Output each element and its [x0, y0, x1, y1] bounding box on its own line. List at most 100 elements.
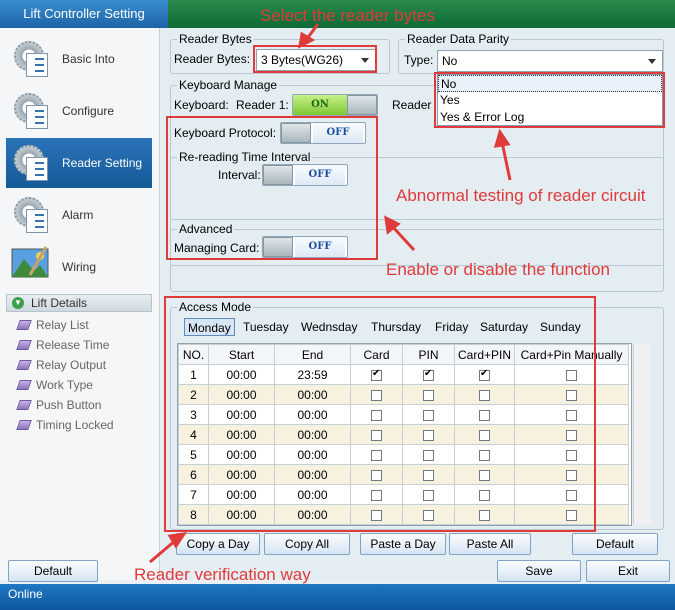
cell-end[interactable]: 00:00 [274, 504, 351, 525]
parity-option-yes[interactable]: Yes [438, 92, 662, 109]
card-checkbox[interactable] [371, 449, 382, 461]
cell-start[interactable]: 00:00 [208, 444, 275, 465]
cell-start[interactable]: 00:00 [208, 464, 275, 485]
card-checkbox[interactable] [371, 389, 382, 401]
table-row[interactable]: 3 00:00 00:00 [178, 404, 629, 425]
tab-thursday[interactable]: Thursday [368, 318, 424, 336]
card-pin-checkbox[interactable] [479, 509, 490, 521]
cell-start[interactable]: 00:00 [208, 504, 275, 525]
card-pin-checkbox[interactable] [479, 389, 490, 401]
reader-bytes-select[interactable]: 3 Bytes(WG26) [256, 49, 376, 71]
card-pin-manual-checkbox[interactable] [566, 509, 577, 521]
exit-button[interactable]: Exit [586, 560, 670, 582]
cell-start[interactable]: 00:00 [208, 404, 275, 425]
sidebar-sub-push-button[interactable]: Push Button [16, 396, 101, 414]
copy-day-button[interactable]: Copy a Day [176, 533, 260, 555]
cell-end[interactable]: 23:59 [274, 364, 351, 385]
card-pin-manual-checkbox[interactable] [566, 469, 577, 481]
tab-sunday[interactable]: Sunday [537, 318, 584, 336]
sidebar-item-wiring[interactable]: Wiring [6, 242, 152, 292]
cell-start[interactable]: 00:00 [208, 424, 275, 445]
keyboard-protocol-toggle[interactable]: OFF [280, 122, 366, 144]
cell-start[interactable]: 00:00 [208, 484, 275, 505]
card-pin-checkbox[interactable] [479, 469, 490, 481]
parity-option-yes-error-log[interactable]: Yes & Error Log [438, 109, 662, 126]
parity-option-no[interactable]: No [438, 75, 662, 92]
card-checkbox[interactable] [371, 409, 382, 421]
cell-card-pin-manual-checkbox [514, 424, 629, 445]
copy-all-button[interactable]: Copy All [264, 533, 350, 555]
sidebar-sub-relay-output[interactable]: Relay Output [16, 356, 106, 374]
tab-saturday[interactable]: Saturday [477, 318, 531, 336]
reread-interval-toggle[interactable]: OFF [262, 164, 348, 186]
card-pin-manual-checkbox[interactable] [566, 489, 577, 501]
tab-tuesday[interactable]: Tuesday [240, 318, 292, 336]
default-button[interactable]: Default [8, 560, 98, 582]
group-legend: Reader Bytes [179, 32, 252, 46]
pin-checkbox[interactable] [423, 368, 434, 381]
card-pin-manual-checkbox[interactable] [566, 429, 577, 441]
card-pin-manual-checkbox[interactable] [566, 409, 577, 421]
card-checkbox[interactable] [371, 429, 382, 441]
sidebar-item-alarm[interactable]: Alarm [6, 190, 152, 240]
card-checkbox[interactable] [371, 489, 382, 501]
cell-no: 4 [178, 424, 209, 445]
sidebar-item-reader-setting[interactable]: Reader Setting [6, 138, 152, 188]
managing-card-toggle[interactable]: OFF [262, 236, 348, 258]
pin-checkbox[interactable] [423, 429, 434, 441]
sidebar-item-configure[interactable]: Configure [6, 86, 152, 136]
paste-all-button[interactable]: Paste All [449, 533, 531, 555]
sidebar-sub-release-time[interactable]: Release Time [16, 336, 109, 354]
default-access-button[interactable]: Default [572, 533, 658, 555]
card-pin-checkbox[interactable] [479, 409, 490, 421]
card-pin-manual-checkbox[interactable] [566, 369, 577, 381]
table-row[interactable]: 6 00:00 00:00 [178, 464, 629, 485]
cell-end[interactable]: 00:00 [274, 404, 351, 425]
table-row[interactable]: 7 00:00 00:00 [178, 484, 629, 505]
pin-checkbox[interactable] [423, 469, 434, 481]
pin-checkbox[interactable] [423, 409, 434, 421]
parity-type-select[interactable]: No [437, 50, 663, 72]
card-pin-manual-checkbox[interactable] [566, 449, 577, 461]
card-checkbox[interactable] [371, 509, 382, 521]
sidebar-sub-timing-locked[interactable]: Timing Locked [16, 416, 114, 434]
table-row[interactable]: 8 00:00 00:00 [178, 504, 629, 525]
keyboard-label: Keyboard: [174, 98, 229, 112]
col-end: End [274, 344, 351, 365]
table-row[interactable]: 1 00:00 23:59 [178, 364, 629, 385]
cell-start[interactable]: 00:00 [208, 364, 275, 385]
gear-document-icon [10, 193, 54, 237]
lift-details-header[interactable]: ▼ Lift Details [6, 294, 152, 312]
sidebar-sub-work-type[interactable]: Work Type [16, 376, 93, 394]
cell-end[interactable]: 00:00 [274, 484, 351, 505]
card-pin-checkbox[interactable] [479, 429, 490, 441]
card-pin-manual-checkbox[interactable] [566, 389, 577, 401]
table-row[interactable]: 2 00:00 00:00 [178, 384, 629, 405]
tab-friday[interactable]: Friday [432, 318, 471, 336]
cell-start[interactable]: 00:00 [208, 384, 275, 405]
sidebar-sub-relay-list[interactable]: Relay List [16, 316, 89, 334]
tab-monday[interactable]: Monday [184, 318, 235, 336]
tab-wednesday[interactable]: Wednsday [298, 318, 360, 336]
collapse-icon: ▼ [12, 297, 24, 309]
cell-end[interactable]: 00:00 [274, 384, 351, 405]
card-pin-checkbox[interactable] [479, 489, 490, 501]
card-checkbox[interactable] [371, 469, 382, 481]
card-pin-checkbox[interactable] [479, 368, 490, 381]
save-button[interactable]: Save [497, 560, 581, 582]
table-scrollbar[interactable] [633, 344, 651, 524]
paste-day-button[interactable]: Paste a Day [360, 533, 446, 555]
pin-checkbox[interactable] [423, 449, 434, 461]
sidebar-item-basic-info[interactable]: Basic Into [6, 34, 152, 84]
pin-checkbox[interactable] [423, 389, 434, 401]
pin-checkbox[interactable] [423, 489, 434, 501]
table-row[interactable]: 4 00:00 00:00 [178, 424, 629, 445]
card-pin-checkbox[interactable] [479, 449, 490, 461]
pin-checkbox[interactable] [423, 509, 434, 521]
cell-end[interactable]: 00:00 [274, 424, 351, 445]
table-row[interactable]: 5 00:00 00:00 [178, 444, 629, 465]
cell-end[interactable]: 00:00 [274, 444, 351, 465]
cell-end[interactable]: 00:00 [274, 464, 351, 485]
reader1-keyboard-toggle[interactable]: ON [292, 94, 378, 116]
card-checkbox[interactable] [371, 368, 382, 381]
